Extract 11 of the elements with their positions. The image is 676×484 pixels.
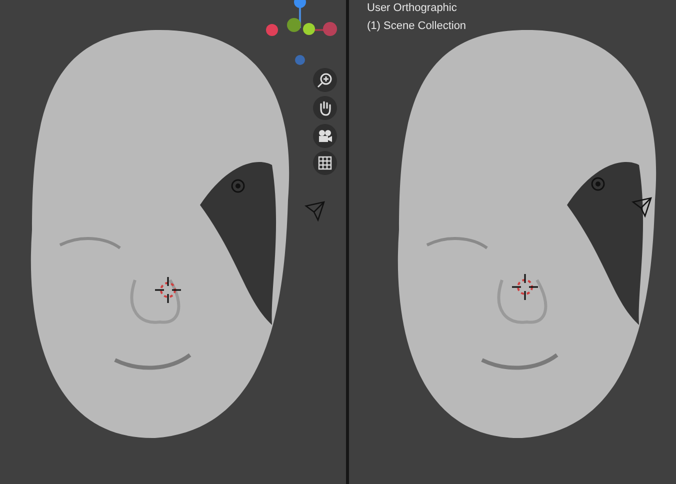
hand-icon[interactable] — [313, 96, 337, 120]
view-name: User Orthographic — [367, 1, 458, 16]
3d-cursor-icon — [155, 277, 181, 303]
grid-icon[interactable] — [313, 151, 337, 175]
collection-name: (1) Scene Collection — [367, 19, 466, 34]
light-icon — [590, 176, 606, 192]
3d-cursor-icon — [512, 274, 538, 300]
viewport[interactable]: User Orthographic (1) Scene Collection — [349, 0, 676, 484]
zoom-icon[interactable] — [313, 68, 337, 92]
light-icon — [230, 178, 246, 194]
viewport[interactable] — [0, 0, 346, 484]
